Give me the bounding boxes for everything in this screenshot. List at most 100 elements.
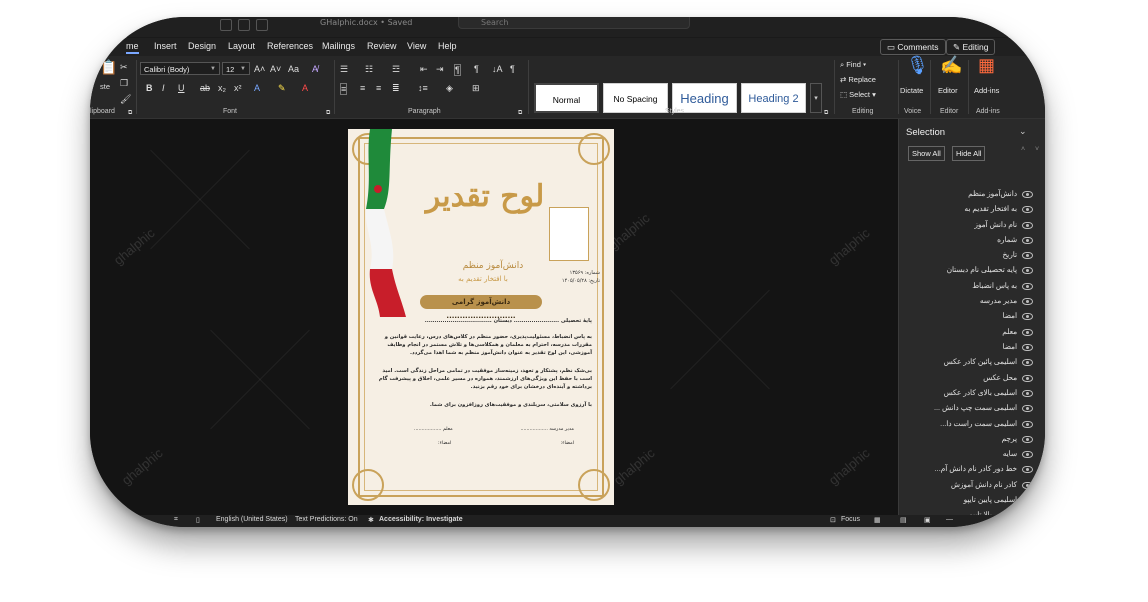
eye-icon[interactable]: [1022, 313, 1033, 320]
selection-item[interactable]: خط دور کادر نام دانش آم...: [917, 464, 1039, 477]
eye-icon[interactable]: [1022, 375, 1033, 382]
add-ins-label[interactable]: Add-ins: [974, 86, 999, 95]
show-all-button[interactable]: Show All: [908, 146, 945, 161]
style-no-spacing[interactable]: No Spacing: [603, 83, 668, 113]
font-color-icon[interactable]: A: [302, 83, 308, 93]
borders-icon[interactable]: ⊞: [472, 83, 480, 93]
bold-icon[interactable]: B: [146, 83, 153, 93]
document-page[interactable]: لوح تقدیر دانش‌آموز منظم با افتخار تقدیم…: [348, 129, 614, 505]
add-ins-icon[interactable]: ▦: [978, 56, 995, 74]
grow-font-icon[interactable]: A˄: [254, 64, 265, 74]
sort-icon[interactable]: ↓A: [492, 64, 503, 74]
selection-item[interactable]: دانش‌آموز منظم: [917, 189, 1039, 202]
eye-icon[interactable]: [1022, 451, 1033, 458]
tab-mailings[interactable]: Mailings: [322, 41, 355, 51]
eye-icon[interactable]: [1022, 206, 1033, 213]
selection-item[interactable]: تاریخ: [917, 250, 1039, 263]
eye-icon[interactable]: [1022, 405, 1033, 412]
editor-label[interactable]: Editor: [938, 86, 958, 95]
web-layout-icon[interactable]: ▣: [924, 516, 931, 524]
selection-item[interactable]: شماره: [917, 235, 1039, 248]
selection-item[interactable]: محل عکس: [917, 373, 1039, 386]
eye-icon[interactable]: [1022, 329, 1033, 336]
tab-layout[interactable]: Layout: [228, 41, 255, 51]
comments-button[interactable]: ▭ Comments: [880, 39, 946, 55]
multilevel-list-icon[interactable]: ☲: [392, 64, 400, 74]
undo-icon[interactable]: [238, 19, 250, 31]
select-button[interactable]: ⬚ Select ▾: [840, 90, 876, 99]
highlight-icon[interactable]: ✎: [278, 83, 286, 93]
selection-item[interactable]: به افتخار تقدیم به: [917, 204, 1039, 217]
tab-review[interactable]: Review: [367, 41, 397, 51]
eye-icon[interactable]: [1022, 466, 1033, 473]
eye-icon[interactable]: [1022, 191, 1033, 198]
eye-icon[interactable]: [1022, 436, 1033, 443]
paste-icon[interactable]: 📋: [100, 60, 117, 74]
justify-icon[interactable]: ≣: [392, 83, 400, 93]
tab-view[interactable]: View: [407, 41, 426, 51]
selection-item[interactable]: امضا: [917, 342, 1039, 355]
hide-all-button[interactable]: Hide All: [952, 146, 986, 161]
numbering-icon[interactable]: ☷: [365, 64, 373, 74]
microphone-icon[interactable]: 🎙: [906, 56, 929, 74]
eye-icon[interactable]: [1022, 421, 1033, 428]
selection-item[interactable]: پایه تحصیلی نام دبستان: [917, 265, 1039, 278]
change-case-icon[interactable]: Aa: [288, 64, 299, 74]
styles-launcher-icon[interactable]: ⧉: [824, 108, 828, 118]
selection-item[interactable]: اسلیمی سمت چپ دانش ...: [917, 403, 1039, 416]
editing-mode-button[interactable]: ✎ Editing: [946, 39, 996, 55]
macro-icon[interactable]: ⌗: [174, 516, 178, 524]
align-center-icon[interactable]: ≡: [360, 83, 365, 93]
clipboard-launcher-icon[interactable]: ⧉: [128, 108, 132, 118]
selection-item[interactable]: کادر نام دانش آموزش: [917, 480, 1039, 493]
cut-icon[interactable]: ✂: [120, 62, 128, 72]
selection-item[interactable]: پرچم: [917, 434, 1039, 447]
selection-item[interactable]: امضا: [917, 311, 1039, 324]
selection-item[interactable]: نام دانش آموز: [917, 220, 1039, 233]
chevron-down-icon[interactable]: ⌄: [1019, 126, 1027, 137]
eye-icon[interactable]: [1022, 497, 1033, 504]
decrease-indent-icon[interactable]: ⇤: [420, 64, 428, 74]
redo-icon[interactable]: [256, 19, 268, 31]
tab-references[interactable]: References: [267, 41, 313, 51]
eye-icon[interactable]: [1022, 298, 1033, 305]
document-canvas[interactable]: ghalphic ghalphic ghalphic ghalphic ghal…: [90, 119, 898, 515]
align-left-icon[interactable]: ≡: [340, 83, 348, 95]
selection-item[interactable]: به پاس انضباط: [917, 281, 1039, 294]
paste-label[interactable]: ste: [100, 82, 110, 92]
selection-item[interactable]: مدیر مدرسه: [917, 296, 1039, 309]
eye-icon[interactable]: [1022, 252, 1033, 259]
eye-icon[interactable]: [1022, 482, 1033, 489]
style-normal[interactable]: Normal: [534, 83, 599, 113]
styles-more-button[interactable]: ▾: [810, 83, 822, 113]
paragraph-launcher-icon[interactable]: ⧉: [518, 108, 522, 118]
selection-item[interactable]: اسلیمی بالای کادر عکس: [917, 388, 1039, 401]
font-launcher-icon[interactable]: ⧉: [326, 108, 330, 118]
find-button[interactable]: ⌕ Find ▾: [840, 60, 866, 70]
eye-icon[interactable]: [1022, 267, 1033, 274]
shading-icon[interactable]: ◈: [446, 83, 453, 93]
selection-item[interactable]: معلم: [917, 327, 1039, 340]
superscript-icon[interactable]: x²: [234, 83, 242, 93]
eye-icon[interactable]: [1022, 283, 1033, 290]
selection-item[interactable]: اسلیمی سمت راست دا...: [917, 419, 1039, 432]
selection-item[interactable]: اسلیمی پائین کادر عکس: [917, 357, 1039, 370]
show-marks-icon[interactable]: ¶: [510, 64, 515, 74]
language-status[interactable]: English (United States): [216, 516, 288, 523]
align-right-icon[interactable]: ≡: [376, 83, 381, 93]
shrink-font-icon[interactable]: A˅: [270, 64, 281, 74]
line-spacing-icon[interactable]: ↕≡: [418, 83, 428, 93]
subscript-icon[interactable]: x₂: [218, 83, 226, 93]
book-icon[interactable]: ▯: [196, 516, 200, 524]
replace-button[interactable]: ⇄ Replace: [840, 75, 876, 84]
eye-icon[interactable]: [1022, 237, 1033, 244]
copy-icon[interactable]: ❐: [120, 78, 128, 88]
bring-forward-icon[interactable]: ˄: [1021, 146, 1025, 153]
accessibility-status[interactable]: Accessibility: Investigate: [379, 516, 463, 523]
underline-icon[interactable]: U: [178, 83, 185, 93]
clear-formatting-icon[interactable]: A̸: [312, 64, 318, 74]
search-box[interactable]: Search: [458, 17, 690, 29]
italic-icon[interactable]: I: [162, 83, 165, 93]
tab-help[interactable]: Help: [438, 41, 457, 51]
bullets-icon[interactable]: ☰: [340, 64, 348, 74]
